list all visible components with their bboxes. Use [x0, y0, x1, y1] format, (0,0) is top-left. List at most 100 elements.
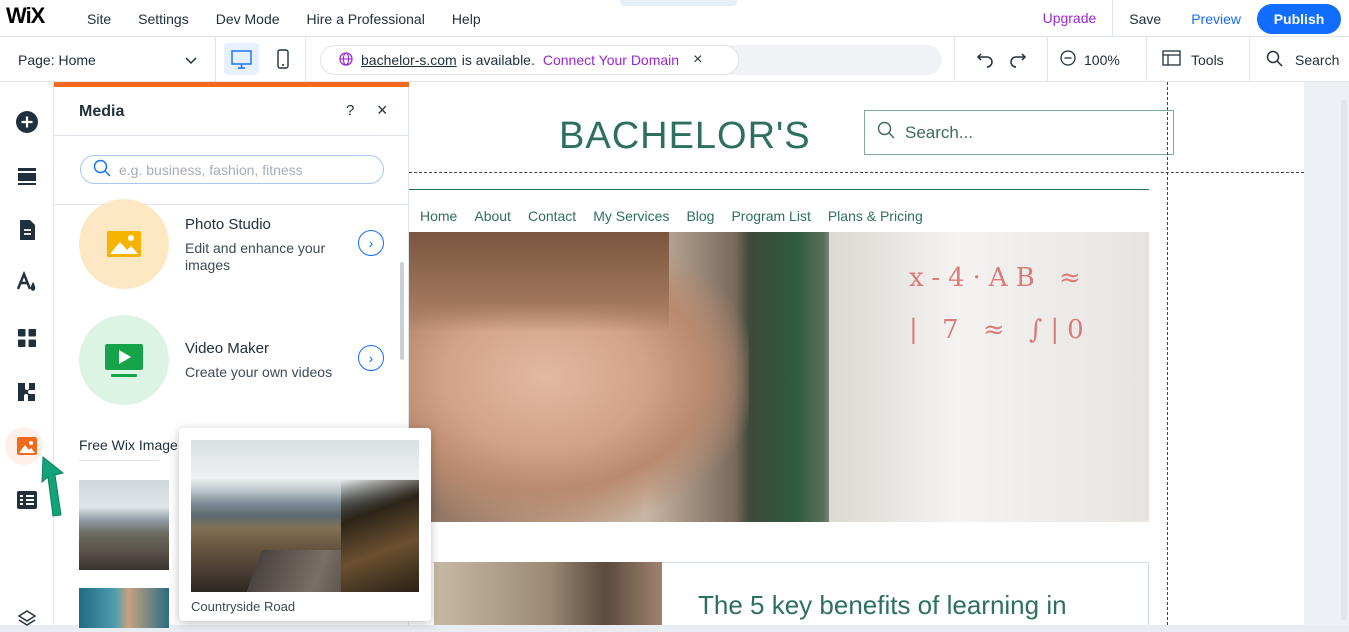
section-guide-line — [1167, 82, 1168, 625]
nav-plans-pricing[interactable]: Plans & Pricing — [828, 208, 923, 224]
image-thumbnail[interactable] — [79, 588, 169, 628]
site-search-placeholder: Search... — [905, 122, 974, 142]
sections-icon[interactable] — [13, 162, 41, 190]
header-guide-line — [409, 172, 1304, 173]
free-wix-images-heading: Free Wix Image — [79, 437, 178, 453]
student-hair — [409, 232, 669, 332]
nav-home[interactable]: Home — [420, 208, 457, 224]
menu-site[interactable]: Site — [87, 11, 111, 27]
domain-status: is available. — [461, 52, 535, 68]
media-panel-scrollbar[interactable] — [400, 262, 404, 360]
separator — [954, 37, 955, 82]
video-maker-title[interactable]: Video Maker — [185, 340, 269, 357]
save-button[interactable]: Save — [1113, 11, 1176, 27]
menu-settings[interactable]: Settings — [138, 11, 189, 27]
help-icon[interactable]: ? — [346, 102, 354, 119]
top-bar: WiX Site Settings Dev Mode Hire a Profes… — [0, 0, 1349, 37]
page-selector[interactable]: Page: Home — [0, 37, 216, 82]
preview-caption: Countryside Road — [191, 599, 296, 614]
mobile-icon[interactable] — [268, 43, 298, 75]
preview-image — [191, 440, 419, 592]
business-tools-icon[interactable] — [13, 378, 41, 406]
pointer-arrow-icon — [40, 455, 66, 524]
connect-domain-link[interactable]: Connect Your Domain — [543, 52, 679, 68]
image-thumbnail[interactable] — [79, 480, 169, 570]
chevron-right-icon[interactable]: › — [358, 345, 384, 371]
redo-icon[interactable] — [1008, 48, 1028, 73]
design-icon[interactable] — [13, 269, 41, 297]
separator — [1146, 37, 1147, 82]
tools-icon — [1162, 50, 1181, 69]
image-preview-tooltip: Countryside Road — [179, 428, 431, 621]
video-maker-icon — [105, 344, 143, 377]
desktop-icon[interactable] — [224, 43, 259, 75]
photo-studio-icon — [107, 231, 141, 257]
upgrade-button[interactable]: Upgrade — [1043, 0, 1114, 37]
nav-about[interactable]: About — [474, 208, 511, 224]
divider — [79, 460, 159, 461]
media-panel-title: Media — [79, 103, 125, 120]
add-elements-icon[interactable] — [13, 108, 41, 136]
zoom-control[interactable]: 100% — [1060, 37, 1120, 82]
search-label: Search — [1295, 51, 1340, 68]
photo-studio-card[interactable] — [79, 199, 169, 289]
top-menu: Site Settings Dev Mode Hire a Profession… — [87, 0, 508, 37]
separator — [1249, 37, 1250, 82]
layers-icon[interactable] — [13, 604, 41, 632]
zoom-out-icon — [1060, 50, 1076, 69]
menu-dev-mode[interactable]: Dev Mode — [216, 11, 280, 27]
zoom-level: 100% — [1084, 51, 1120, 68]
photo-studio-subtitle: Edit and enhance your images — [185, 240, 326, 273]
nav-program-list[interactable]: Program List — [731, 208, 810, 224]
domain-name-link[interactable]: bachelor-s.com — [361, 52, 457, 68]
tools-label: Tools — [1191, 51, 1224, 68]
site-nav: Home About Contact My Services Blog Prog… — [420, 208, 940, 224]
canvas-scrollbar[interactable] — [1341, 100, 1347, 620]
top-actions: Upgrade Save Preview Publish — [1043, 0, 1341, 37]
domain-notice: bachelor-s.com is available. Connect You… — [320, 45, 739, 75]
trees-shape — [341, 480, 419, 592]
media-icon[interactable] — [13, 432, 41, 460]
pages-icon[interactable] — [13, 216, 41, 244]
article-image[interactable] — [434, 562, 662, 625]
nav-my-services[interactable]: My Services — [593, 208, 669, 224]
media-panel-header: Media ? × — [54, 87, 409, 136]
preview-button[interactable]: Preview — [1176, 11, 1257, 27]
apps-icon[interactable] — [13, 324, 41, 352]
menu-help[interactable]: Help — [452, 11, 481, 27]
photo-studio-title[interactable]: Photo Studio — [185, 216, 271, 233]
site-canvas: BACHELOR'S Search... Home About Contact … — [409, 82, 1304, 625]
editor-toolbar: Page: Home bachelor-s.com is available. … — [0, 37, 1349, 82]
publish-button[interactable]: Publish — [1257, 3, 1341, 34]
search-button[interactable]: Search — [1266, 37, 1339, 82]
tools-button[interactable]: Tools — [1162, 37, 1224, 82]
search-icon — [1266, 50, 1283, 70]
header-divider — [409, 189, 1149, 190]
close-icon[interactable]: × — [377, 100, 388, 121]
menu-hire-professional[interactable]: Hire a Professional — [307, 11, 425, 27]
cms-icon[interactable] — [13, 486, 41, 514]
chevron-right-icon[interactable]: › — [358, 230, 384, 256]
search-icon — [877, 121, 895, 144]
article-title[interactable]: The 5 key benefits of learning in — [698, 590, 1067, 621]
undo-icon[interactable] — [975, 48, 995, 73]
page-selector-label: Page: Home — [18, 51, 96, 68]
whiteboard-marks: x-4·AB ≈ | 7 ≈ ∫|0 — [909, 263, 1092, 345]
media-search-placeholder: e.g. business, fashion, fitness — [119, 161, 303, 178]
wix-logo[interactable]: WiX — [6, 3, 45, 29]
left-rail — [0, 82, 54, 626]
globe-icon — [339, 51, 353, 69]
nav-blog[interactable]: Blog — [686, 208, 714, 224]
media-search-input[interactable]: e.g. business, fashion, fitness — [80, 155, 384, 184]
close-icon[interactable]: × — [693, 51, 702, 69]
nav-contact[interactable]: Contact — [528, 208, 576, 224]
separator — [1047, 37, 1048, 82]
site-brand[interactable]: BACHELOR'S — [559, 115, 811, 158]
video-maker-card[interactable] — [79, 315, 169, 405]
hero-image[interactable]: x-4·AB ≈ | 7 ≈ ∫|0 — [409, 232, 1149, 522]
search-icon — [93, 159, 111, 180]
device-switcher — [216, 37, 306, 82]
chevron-down-icon — [185, 52, 197, 68]
site-search-box[interactable]: Search... — [864, 110, 1174, 155]
center-tab-handle — [620, 0, 737, 6]
